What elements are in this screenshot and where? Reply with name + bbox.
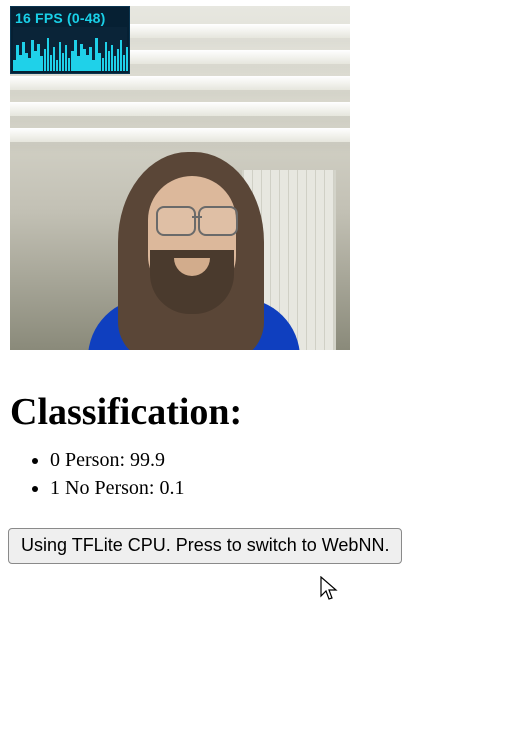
camera-preview: 16 FPS (0-48) <box>10 6 350 350</box>
fps-readout: 16 FPS (0-48) <box>11 7 129 26</box>
classification-heading: Classification: <box>10 390 506 434</box>
glasses-bridge <box>192 216 202 218</box>
ceiling-beam <box>10 102 350 116</box>
classification-results: 0 Person: 99.91 No Person: 0.1 <box>10 446 506 502</box>
fps-overlay: 16 FPS (0-48) <box>10 6 130 74</box>
ceiling-beam <box>10 128 350 142</box>
fps-bar <box>126 47 129 71</box>
result-item: 1 No Person: 0.1 <box>50 474 506 502</box>
result-item: 0 Person: 99.9 <box>50 446 506 474</box>
fps-chart <box>13 27 127 71</box>
glasses-left-lens <box>156 206 196 236</box>
backend-switch-button[interactable]: Using TFLite CPU. Press to switch to Web… <box>8 528 402 564</box>
mouse-cursor-icon <box>320 576 340 602</box>
glasses-right-lens <box>198 206 238 236</box>
ceiling-beam <box>10 76 350 90</box>
